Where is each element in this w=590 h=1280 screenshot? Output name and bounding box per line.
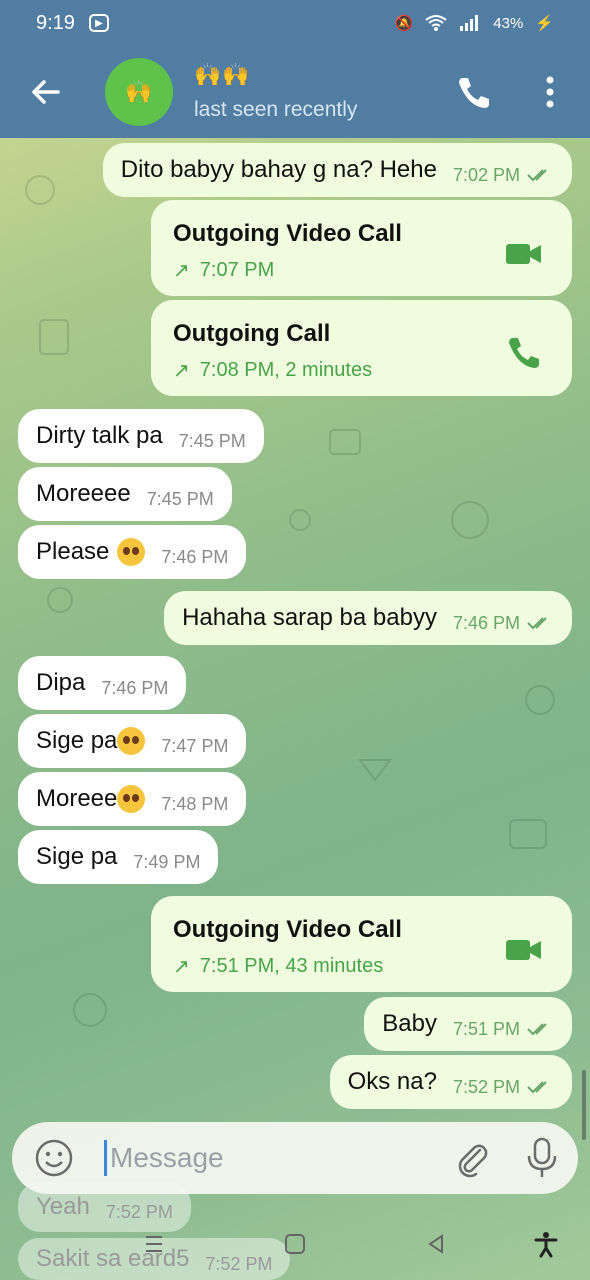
scrollbar[interactable] xyxy=(582,1070,586,1140)
attach-icon[interactable] xyxy=(452,1138,492,1178)
status-bar: 9:19 ▶ 🔕 43% ⚡ xyxy=(0,0,590,46)
message-time: 7:52 PM xyxy=(105,1201,173,1222)
pleading-face-emoji xyxy=(117,785,146,813)
call-info: 7:07 PM xyxy=(199,259,275,281)
signal-icon xyxy=(460,15,479,31)
chat-title[interactable]: 🙌🙌 xyxy=(194,62,251,88)
message-text: Moreee xyxy=(36,785,118,812)
call-info: 7:08 PM, 2 minutes xyxy=(199,359,373,381)
message-text: Dirty talk pa xyxy=(36,422,163,449)
message-incoming[interactable]: Moreeee 7:45 PM xyxy=(18,467,232,521)
wifi-icon xyxy=(425,15,447,31)
message-time: 7:49 PM xyxy=(133,851,201,872)
message-text: Yeah xyxy=(36,1193,90,1220)
message-incoming[interactable]: Sige pa 7:47 PM xyxy=(18,714,247,768)
message-time: 7:51 PM xyxy=(452,1018,520,1039)
emoji-icon[interactable] xyxy=(34,1138,74,1178)
notification-app-icon: ▶ xyxy=(88,14,109,32)
microphone-icon[interactable] xyxy=(522,1136,562,1180)
message-text: Oks na? xyxy=(347,1068,437,1095)
read-checkmarks-icon xyxy=(527,617,547,630)
message-time: 7:47 PM xyxy=(161,735,229,756)
charging-icon: ⚡ xyxy=(535,15,554,32)
call-title: Outgoing Call xyxy=(173,320,331,347)
pleading-face-emoji xyxy=(117,538,146,566)
message-text: Hahaha sarap ba babyy xyxy=(182,604,437,631)
call-message[interactable]: Outgoing Video Call ↗ 7:51 PM, 43 minutes xyxy=(151,896,572,992)
message-input[interactable]: Message xyxy=(110,1142,224,1174)
message-time: 7:52 PM xyxy=(452,1076,520,1097)
message-time: 7:45 PM xyxy=(146,488,214,509)
pleading-face-emoji xyxy=(117,727,146,755)
message-input-bar: Message xyxy=(12,1122,578,1194)
avatar[interactable]: 🙌 xyxy=(105,58,173,126)
message-time: 7:48 PM xyxy=(161,793,229,814)
message-outgoing[interactable]: Dito babyy bahay g na? Hehe 7:02 PM xyxy=(102,143,572,197)
last-seen-status: last seen recently xyxy=(194,98,358,121)
chat-header: 🙌 🙌🙌 last seen recently xyxy=(0,46,590,138)
outgoing-arrow-icon: ↗ xyxy=(173,360,190,382)
call-title: Outgoing Video Call xyxy=(173,916,402,943)
message-time: 7:45 PM xyxy=(178,430,246,451)
message-text: Baby xyxy=(382,1010,437,1037)
message-text: Dipa xyxy=(36,669,86,696)
phone-icon[interactable] xyxy=(504,334,544,374)
message-text: Sige pa xyxy=(36,843,118,870)
phone-call-icon[interactable] xyxy=(452,72,492,112)
message-outgoing[interactable]: Hahaha sarap ba babyy 7:46 PM xyxy=(164,591,572,645)
video-call-icon[interactable] xyxy=(504,930,544,970)
message-time: 7:46 PM xyxy=(161,546,229,567)
message-outgoing[interactable]: Baby 7:51 PM xyxy=(364,997,572,1051)
status-time: 9:19 xyxy=(36,11,75,34)
call-message[interactable]: Outgoing Video Call ↗ 7:07 PM xyxy=(151,200,572,296)
back-arrow-icon[interactable] xyxy=(28,74,64,110)
text-cursor xyxy=(104,1140,107,1176)
outgoing-arrow-icon: ↗ xyxy=(173,260,190,282)
message-time: 7:46 PM xyxy=(101,677,169,698)
message-text: Sige pa xyxy=(36,727,118,754)
more-options-icon[interactable] xyxy=(536,72,564,112)
call-message[interactable]: Outgoing Call ↗ 7:08 PM, 2 minutes xyxy=(151,300,572,396)
mute-icon: 🔕 xyxy=(394,15,414,32)
back-nav-icon[interactable] xyxy=(422,1230,450,1258)
message-text: Moreeee xyxy=(36,480,131,507)
message-incoming[interactable]: Dirty talk pa 7:45 PM xyxy=(18,409,264,463)
read-checkmarks-icon xyxy=(527,1023,547,1036)
message-time: 7:46 PM xyxy=(452,612,520,633)
message-incoming[interactable]: Sige pa 7:49 PM xyxy=(18,830,219,884)
outgoing-arrow-icon: ↗ xyxy=(173,956,190,978)
message-outgoing[interactable]: Oks na? 7:52 PM xyxy=(329,1055,572,1109)
message-incoming[interactable]: Please 7:46 PM xyxy=(18,525,247,579)
message-time: 7:02 PM xyxy=(452,164,520,185)
message-text: Please xyxy=(36,538,110,565)
system-navigation-bar xyxy=(0,1222,590,1266)
status-right: 🔕 43% ⚡ xyxy=(394,14,554,33)
call-title: Outgoing Video Call xyxy=(173,220,402,247)
video-call-icon[interactable] xyxy=(504,234,544,274)
read-checkmarks-icon xyxy=(527,1081,547,1094)
message-incoming[interactable]: Dipa 7:46 PM xyxy=(18,656,187,710)
battery-level: 43% xyxy=(493,14,524,32)
message-text: Dito babyy bahay g na? Hehe xyxy=(120,156,437,183)
call-info: 7:51 PM, 43 minutes xyxy=(199,955,384,977)
home-icon[interactable] xyxy=(281,1230,309,1258)
message-incoming[interactable]: Moreee 7:48 PM xyxy=(18,772,247,826)
read-checkmarks-icon xyxy=(527,169,547,182)
recent-apps-icon[interactable] xyxy=(140,1230,168,1258)
accessibility-icon[interactable] xyxy=(532,1230,560,1258)
